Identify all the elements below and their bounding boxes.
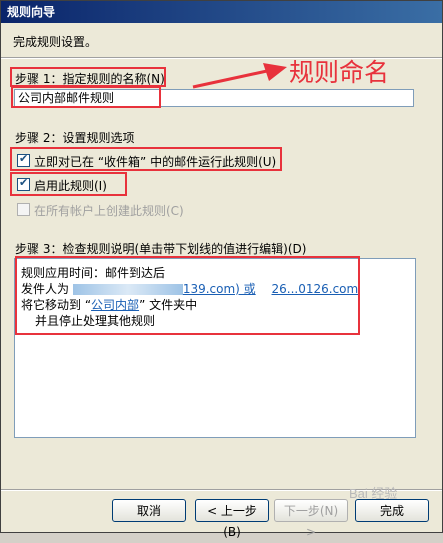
highlight-run-on-inbox	[10, 147, 282, 171]
highlight-description	[15, 256, 360, 335]
watermark: Bai 经验	[349, 486, 398, 501]
next-button: 下一步(N) >	[274, 499, 348, 539]
step2-label: 步骤 2：设置规则选项	[15, 131, 135, 145]
all-accounts-checkbox	[17, 203, 30, 216]
highlight-enable-rule	[10, 172, 127, 196]
finish-button[interactable]: 完成	[355, 499, 429, 522]
highlight-rule-name	[11, 86, 161, 108]
window-title: 规则向导	[1, 1, 442, 23]
intro-text: 完成规则设置。	[13, 35, 98, 49]
annotation-label: 规则命名	[289, 58, 390, 87]
all-accounts-label: 在所有帐户上创建此规则(C)	[34, 204, 184, 218]
step3-label: 步骤 3：检查规则说明(单击带下划线的值进行编辑)(D)	[15, 242, 307, 256]
highlight-step1-label	[10, 67, 166, 87]
rules-wizard-window: 规则向导 完成规则设置。 步骤 1：指定规则的名称(N) 公司内部邮件规则 规则…	[0, 0, 443, 539]
cancel-button[interactable]: 取消	[112, 499, 186, 522]
back-button[interactable]: < 上一步(B)	[195, 499, 269, 539]
annotation-arrow-icon	[192, 63, 287, 89]
